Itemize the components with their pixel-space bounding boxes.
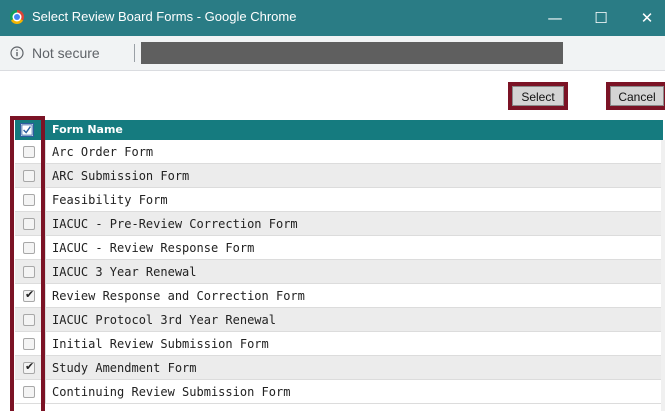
column-divider — [45, 140, 46, 164]
column-divider — [45, 332, 46, 356]
table-row[interactable]: Study Amendment Form — [15, 356, 661, 380]
window-title: Select Review Board Forms - Google Chrom… — [32, 9, 297, 24]
grid-header: Form Name — [15, 120, 663, 140]
table-row[interactable]: IACUC 3 Year Renewal — [15, 260, 661, 284]
grid-scrollbar[interactable] — [661, 140, 665, 411]
cancel-button-label: Cancel — [610, 86, 664, 106]
form-name-cell: Arc Order Form — [52, 145, 154, 159]
form-name-cell: Review Response and Correction Form — [52, 289, 305, 303]
chrome-logo-icon — [10, 10, 24, 24]
cancel-button[interactable]: Cancel — [606, 82, 665, 110]
form-name-cell: IACUC Protocol 3rd Year Renewal — [52, 313, 276, 327]
checkbox-column-highlight — [10, 116, 45, 411]
select-button[interactable]: Select — [508, 82, 568, 110]
minimize-button[interactable]: — — [533, 0, 577, 36]
address-divider — [134, 44, 135, 62]
column-header-form-name[interactable]: Form Name — [52, 123, 123, 136]
close-button[interactable]: ✕ — [625, 0, 665, 36]
form-name-cell: IACUC - Review Response Form — [52, 241, 255, 255]
form-name-cell: Continuing Review Submission Form — [52, 385, 291, 399]
table-row[interactable]: Arc Order Form — [15, 140, 661, 164]
table-row[interactable]: IACUC - Review Response Form — [15, 236, 661, 260]
select-button-label: Select — [512, 86, 564, 106]
table-row[interactable]: Initial Review Submission Form — [15, 332, 661, 356]
info-icon[interactable] — [10, 46, 24, 60]
table-row[interactable]: ARC Submission Form — [15, 164, 661, 188]
form-name-cell: Initial Review Submission Form — [52, 337, 269, 351]
table-row[interactable]: IACUC - Pre-Review Correction Form — [15, 212, 661, 236]
form-name-cell: ARC Submission Form — [52, 169, 190, 183]
column-divider — [45, 284, 46, 308]
column-divider — [45, 236, 46, 260]
column-divider — [45, 164, 46, 188]
security-status[interactable]: Not secure — [32, 45, 100, 61]
form-name-cell: Feasibility Form — [52, 193, 168, 207]
table-row[interactable]: Continuing Review Submission Form — [15, 380, 661, 404]
url-field-redacted[interactable] — [141, 42, 563, 64]
table-row[interactable]: IACUC Protocol 3rd Year Renewal — [15, 308, 661, 332]
window-title-bar: Select Review Board Forms - Google Chrom… — [0, 0, 665, 36]
column-divider — [45, 212, 46, 236]
column-divider — [45, 188, 46, 212]
column-divider — [45, 380, 46, 404]
table-row[interactable]: Feasibility Form — [15, 188, 661, 212]
column-divider — [45, 260, 46, 284]
column-divider — [45, 356, 46, 380]
column-divider — [45, 308, 46, 332]
form-name-cell: IACUC - Pre-Review Correction Form — [52, 217, 298, 231]
form-name-cell: IACUC 3 Year Renewal — [52, 265, 197, 279]
table-row[interactable]: Review Response and Correction Form — [15, 284, 661, 308]
address-bar: Not secure — [0, 36, 665, 71]
form-name-cell: Study Amendment Form — [52, 361, 197, 375]
maximize-button[interactable]: ☐ — [579, 0, 623, 36]
